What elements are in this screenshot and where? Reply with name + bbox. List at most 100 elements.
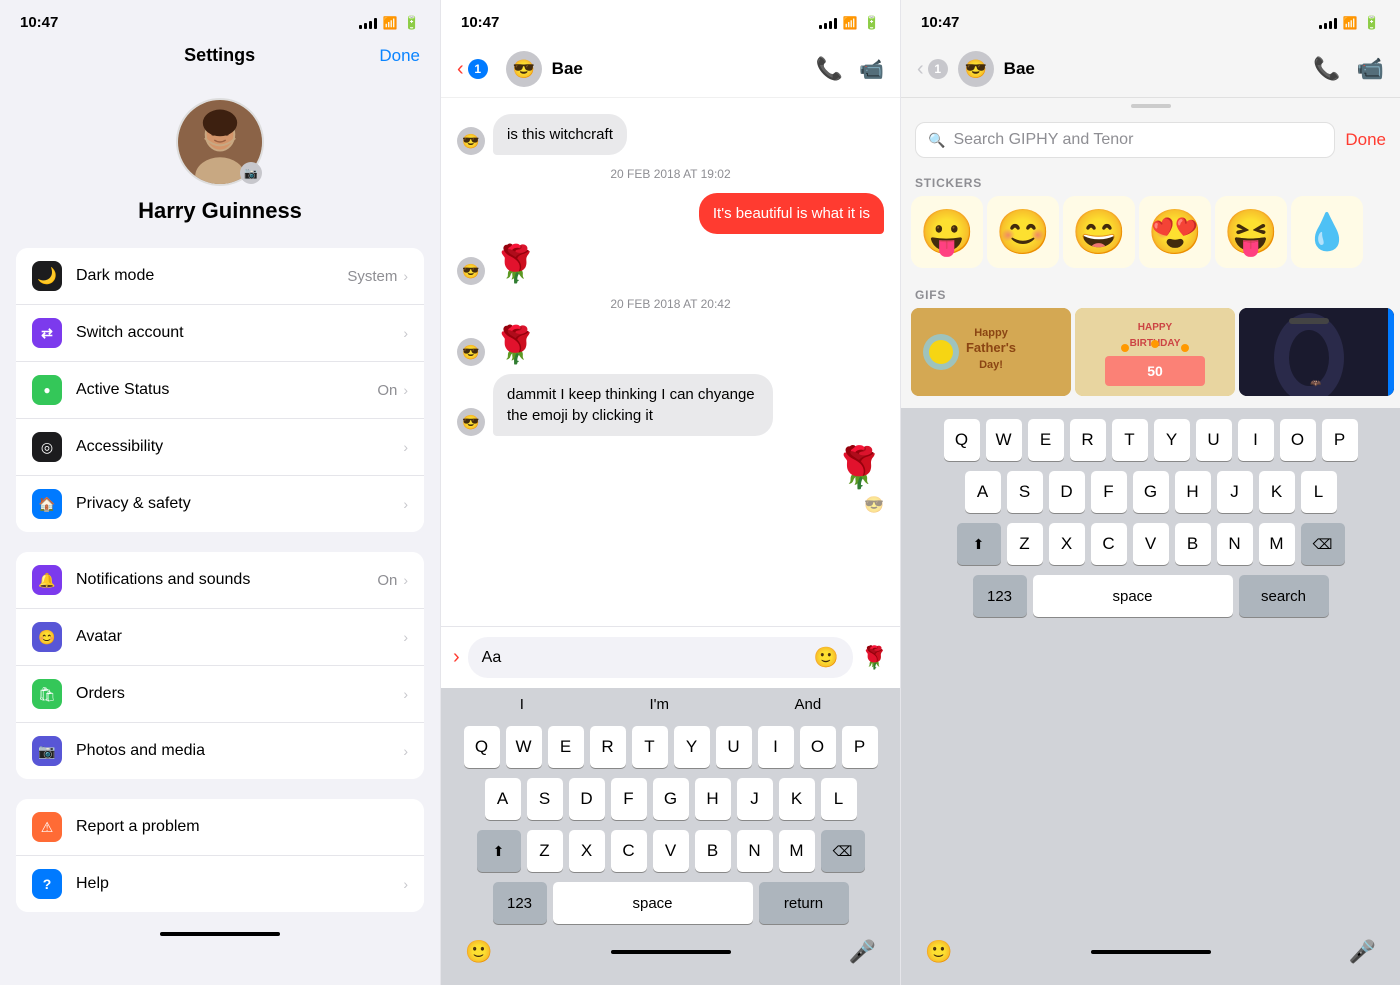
settings-row-dark-mode[interactable]: 🌙 Dark mode System › <box>16 248 424 305</box>
gif-item[interactable]: Happy Father's Day! <box>911 308 1071 396</box>
settings-row-help[interactable]: ? Help › <box>16 856 424 912</box>
key-R[interactable]: R <box>590 726 626 768</box>
key-gJ[interactable]: J <box>1217 471 1253 513</box>
key-gX[interactable]: X <box>1049 523 1085 565</box>
giphy-search-input[interactable]: Search GIPHY and Tenor <box>953 131 1133 149</box>
expand-button[interactable]: › <box>453 646 460 669</box>
key-gS[interactable]: S <box>1007 471 1043 513</box>
key-C[interactable]: C <box>611 830 647 872</box>
key-gN[interactable]: N <box>1217 523 1253 565</box>
key-gshift[interactable]: ⬆ <box>957 523 1001 565</box>
key-gF[interactable]: F <box>1091 471 1127 513</box>
giphy-back-button[interactable]: ‹ 1 <box>917 58 948 81</box>
key-backspace[interactable]: ⌫ <box>821 830 865 872</box>
key-space[interactable]: space <box>553 882 753 924</box>
key-gU[interactable]: U <box>1196 419 1232 461</box>
key-gB[interactable]: B <box>1175 523 1211 565</box>
settings-row-photos[interactable]: 📷 Photos and media › <box>16 723 424 779</box>
key-M[interactable]: M <box>779 830 815 872</box>
phone-call-button[interactable]: 📞 <box>816 56 843 82</box>
chat-input-box[interactable]: Aa 🙂 <box>468 637 853 678</box>
key-gC[interactable]: C <box>1091 523 1127 565</box>
key-Y[interactable]: Y <box>674 726 710 768</box>
settings-row-active-status[interactable]: ● Active Status On › <box>16 362 424 419</box>
key-N[interactable]: N <box>737 830 773 872</box>
video-call-button[interactable]: 📹 <box>859 57 884 82</box>
emoji-picker-icon-3[interactable]: 🙂 <box>925 939 952 965</box>
key-Q[interactable]: Q <box>464 726 500 768</box>
suggestion-1[interactable]: I <box>520 696 524 713</box>
key-P[interactable]: P <box>842 726 878 768</box>
key-gT[interactable]: T <box>1112 419 1148 461</box>
key-V[interactable]: V <box>653 830 689 872</box>
settings-row-report[interactable]: ⚠ Report a problem <box>16 799 424 856</box>
mic-icon[interactable]: 🎤 <box>849 939 876 965</box>
key-H[interactable]: H <box>695 778 731 820</box>
sticker-item[interactable]: 😛 <box>911 196 983 268</box>
key-gV[interactable]: V <box>1133 523 1169 565</box>
key-gbackspace[interactable]: ⌫ <box>1301 523 1345 565</box>
key-gM[interactable]: M <box>1259 523 1295 565</box>
key-Z[interactable]: Z <box>527 830 563 872</box>
emoji-picker-icon[interactable]: 🙂 <box>465 939 492 965</box>
key-S[interactable]: S <box>527 778 563 820</box>
key-gZ[interactable]: Z <box>1007 523 1043 565</box>
key-gI[interactable]: I <box>1238 419 1274 461</box>
key-return[interactable]: return <box>759 882 849 924</box>
giphy-done-button[interactable]: Done <box>1345 130 1386 150</box>
key-gD[interactable]: D <box>1049 471 1085 513</box>
key-G[interactable]: G <box>653 778 689 820</box>
mic-icon-3[interactable]: 🎤 <box>1349 939 1376 965</box>
key-K[interactable]: K <box>779 778 815 820</box>
key-I[interactable]: I <box>758 726 794 768</box>
settings-row-orders[interactable]: 🛍 Orders › <box>16 666 424 723</box>
key-B[interactable]: B <box>695 830 731 872</box>
sticker-item[interactable]: 💧 <box>1291 196 1363 268</box>
key-F[interactable]: F <box>611 778 647 820</box>
gif-item[interactable]: HAPPY BIRTHDAY 50 <box>1075 308 1235 396</box>
key-gA[interactable]: A <box>965 471 1001 513</box>
key-gL[interactable]: L <box>1301 471 1337 513</box>
suggestion-3[interactable]: And <box>795 696 822 713</box>
sticker-item[interactable]: 😝 <box>1215 196 1287 268</box>
key-W[interactable]: W <box>506 726 542 768</box>
key-A[interactable]: A <box>485 778 521 820</box>
key-gQ[interactable]: Q <box>944 419 980 461</box>
key-gnumbers[interactable]: 123 <box>973 575 1027 617</box>
phone-call-button-3[interactable]: 📞 <box>1313 56 1340 82</box>
key-D[interactable]: D <box>569 778 605 820</box>
key-X[interactable]: X <box>569 830 605 872</box>
sticker-item[interactable]: 😄 <box>1063 196 1135 268</box>
key-L[interactable]: L <box>821 778 857 820</box>
settings-row-avatar[interactable]: 😊 Avatar › <box>16 609 424 666</box>
gif-item[interactable]: 🦇 <box>1239 308 1394 396</box>
key-numbers[interactable]: 123 <box>493 882 547 924</box>
sticker-button[interactable]: 🌹 <box>861 645 888 671</box>
settings-row-notifications[interactable]: 🔔 Notifications and sounds On › <box>16 552 424 609</box>
settings-done-button[interactable]: Done <box>379 46 420 66</box>
suggestion-2[interactable]: I'm <box>649 696 669 713</box>
key-gspace[interactable]: space <box>1033 575 1233 617</box>
key-gG[interactable]: G <box>1133 471 1169 513</box>
key-gE[interactable]: E <box>1028 419 1064 461</box>
key-gO[interactable]: O <box>1280 419 1316 461</box>
settings-row-switch-account[interactable]: ⇄ Switch account › <box>16 305 424 362</box>
key-O[interactable]: O <box>800 726 836 768</box>
video-call-button-3[interactable]: 📹 <box>1357 56 1384 82</box>
back-button[interactable]: ‹ 1 <box>457 58 488 81</box>
key-gsearch[interactable]: search <box>1239 575 1329 617</box>
emoji-button[interactable]: 🙂 <box>814 645 839 670</box>
sticker-item[interactable]: 😍 <box>1139 196 1211 268</box>
key-gY[interactable]: Y <box>1154 419 1190 461</box>
key-shift[interactable]: ⬆ <box>477 830 521 872</box>
avatar-wrapper[interactable]: 📷 <box>176 98 264 186</box>
key-gW[interactable]: W <box>986 419 1022 461</box>
key-gK[interactable]: K <box>1259 471 1295 513</box>
settings-row-privacy[interactable]: 🏠 Privacy & safety › <box>16 476 424 532</box>
key-E[interactable]: E <box>548 726 584 768</box>
settings-row-accessibility[interactable]: ◎ Accessibility › <box>16 419 424 476</box>
key-J[interactable]: J <box>737 778 773 820</box>
key-U[interactable]: U <box>716 726 752 768</box>
key-gR[interactable]: R <box>1070 419 1106 461</box>
key-T[interactable]: T <box>632 726 668 768</box>
